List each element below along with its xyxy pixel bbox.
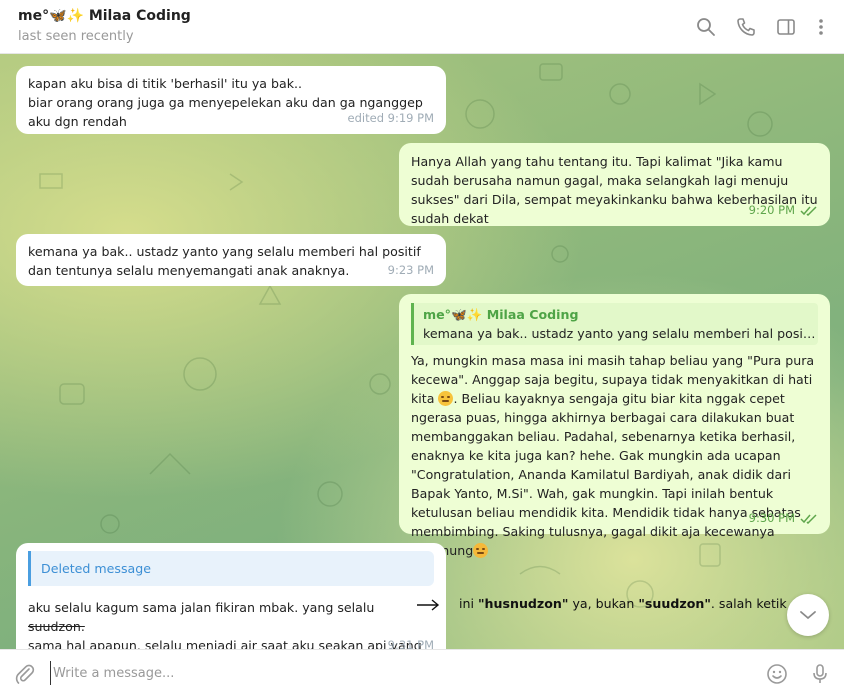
chevron-down-icon [800, 611, 816, 620]
message-text-part: aku selalu kagum sama jalan fikiran mbak… [28, 600, 375, 615]
annotation-word: "husnudzon" [477, 596, 569, 611]
more-vertical-icon[interactable] [810, 16, 832, 38]
correction-annotation: ini "husnudzon" ya, bukan "suudzon". sal… [459, 596, 787, 611]
message-time: 9:23 PM [387, 263, 434, 277]
sidebar-toggle-icon[interactable] [775, 16, 797, 38]
message-meta: 9:31 PM [388, 636, 434, 649]
struck-word: suudzon. [28, 619, 85, 634]
message-bubble-incoming[interactable]: Deleted message aku selalu kagum sama ja… [16, 543, 446, 649]
reply-snippet: kemana ya bak.. ustadz yanto yang selalu… [423, 326, 818, 341]
deleted-message-quote[interactable]: Deleted message [28, 551, 434, 586]
message-meta: 9:20 PM [749, 201, 818, 220]
message-meta: 9:30 PM [749, 509, 818, 528]
chat-header: me°🦋✨ Milaa Coding last seen recently [0, 0, 844, 54]
reply-author: me°🦋✨ Milaa Coding [423, 307, 579, 322]
search-icon[interactable] [695, 16, 717, 38]
arrow-right-icon [417, 599, 440, 611]
microphone-icon[interactable] [808, 662, 832, 686]
annotation-text: ya, bukan [568, 596, 639, 611]
message-composer [0, 649, 844, 695]
read-checkmarks-icon [800, 205, 817, 216]
message-text: kemana ya bak.. ustadz yanto yang selalu… [28, 244, 421, 278]
annotation-text: ini [459, 596, 478, 611]
message-meta: 9:23 PM [388, 261, 434, 280]
message-bubble-incoming[interactable]: kemana ya bak.. ustadz yanto yang selalu… [16, 234, 446, 286]
annotation-text: . salah ketik [710, 596, 787, 611]
message-meta: edited 9:19 PM [348, 109, 434, 128]
attach-icon[interactable] [13, 662, 37, 686]
message-bubble-outgoing[interactable]: Hanya Allah yang tahu tentang itu. Tapi … [399, 143, 830, 226]
message-bubble-incoming[interactable]: kapan aku bisa di titik 'berhasil' itu y… [16, 66, 446, 134]
chat-status: last seen recently [18, 29, 134, 44]
message-time: edited 9:19 PM [347, 111, 434, 125]
annotation-word: "suudzon" [638, 596, 711, 611]
message-time: 9:30 PM [748, 511, 795, 525]
message-text: aku selalu kagum sama jalan fikiran mbak… [28, 598, 434, 649]
hand-over-mouth-emoji-icon [473, 543, 489, 558]
scroll-to-bottom-button[interactable] [787, 594, 829, 636]
read-checkmarks-icon [800, 513, 817, 524]
message-text: Ya, mungkin masa masa ini masih tahap be… [411, 351, 818, 560]
message-input[interactable] [50, 661, 745, 685]
emoji-icon[interactable] [765, 662, 789, 686]
message-time: 9:31 PM [387, 638, 434, 649]
message-text-part: . Beliau kayaknya sengaja gitu biar kita… [411, 391, 801, 558]
grimace-emoji-icon [438, 391, 454, 406]
phone-icon[interactable] [735, 16, 757, 38]
message-bubble-outgoing[interactable]: me°🦋✨ Milaa Coding kemana ya bak.. ustad… [399, 294, 830, 558]
message-text-part: sama hal apapun. selalu menjadi air saat… [28, 638, 422, 649]
chat-area[interactable]: kapan aku bisa di titik 'berhasil' itu y… [0, 54, 844, 649]
reply-quote[interactable]: me°🦋✨ Milaa Coding kemana ya bak.. ustad… [411, 303, 818, 345]
message-time: 9:20 PM [748, 203, 795, 217]
chat-title[interactable]: me°🦋✨ Milaa Coding [18, 8, 191, 24]
